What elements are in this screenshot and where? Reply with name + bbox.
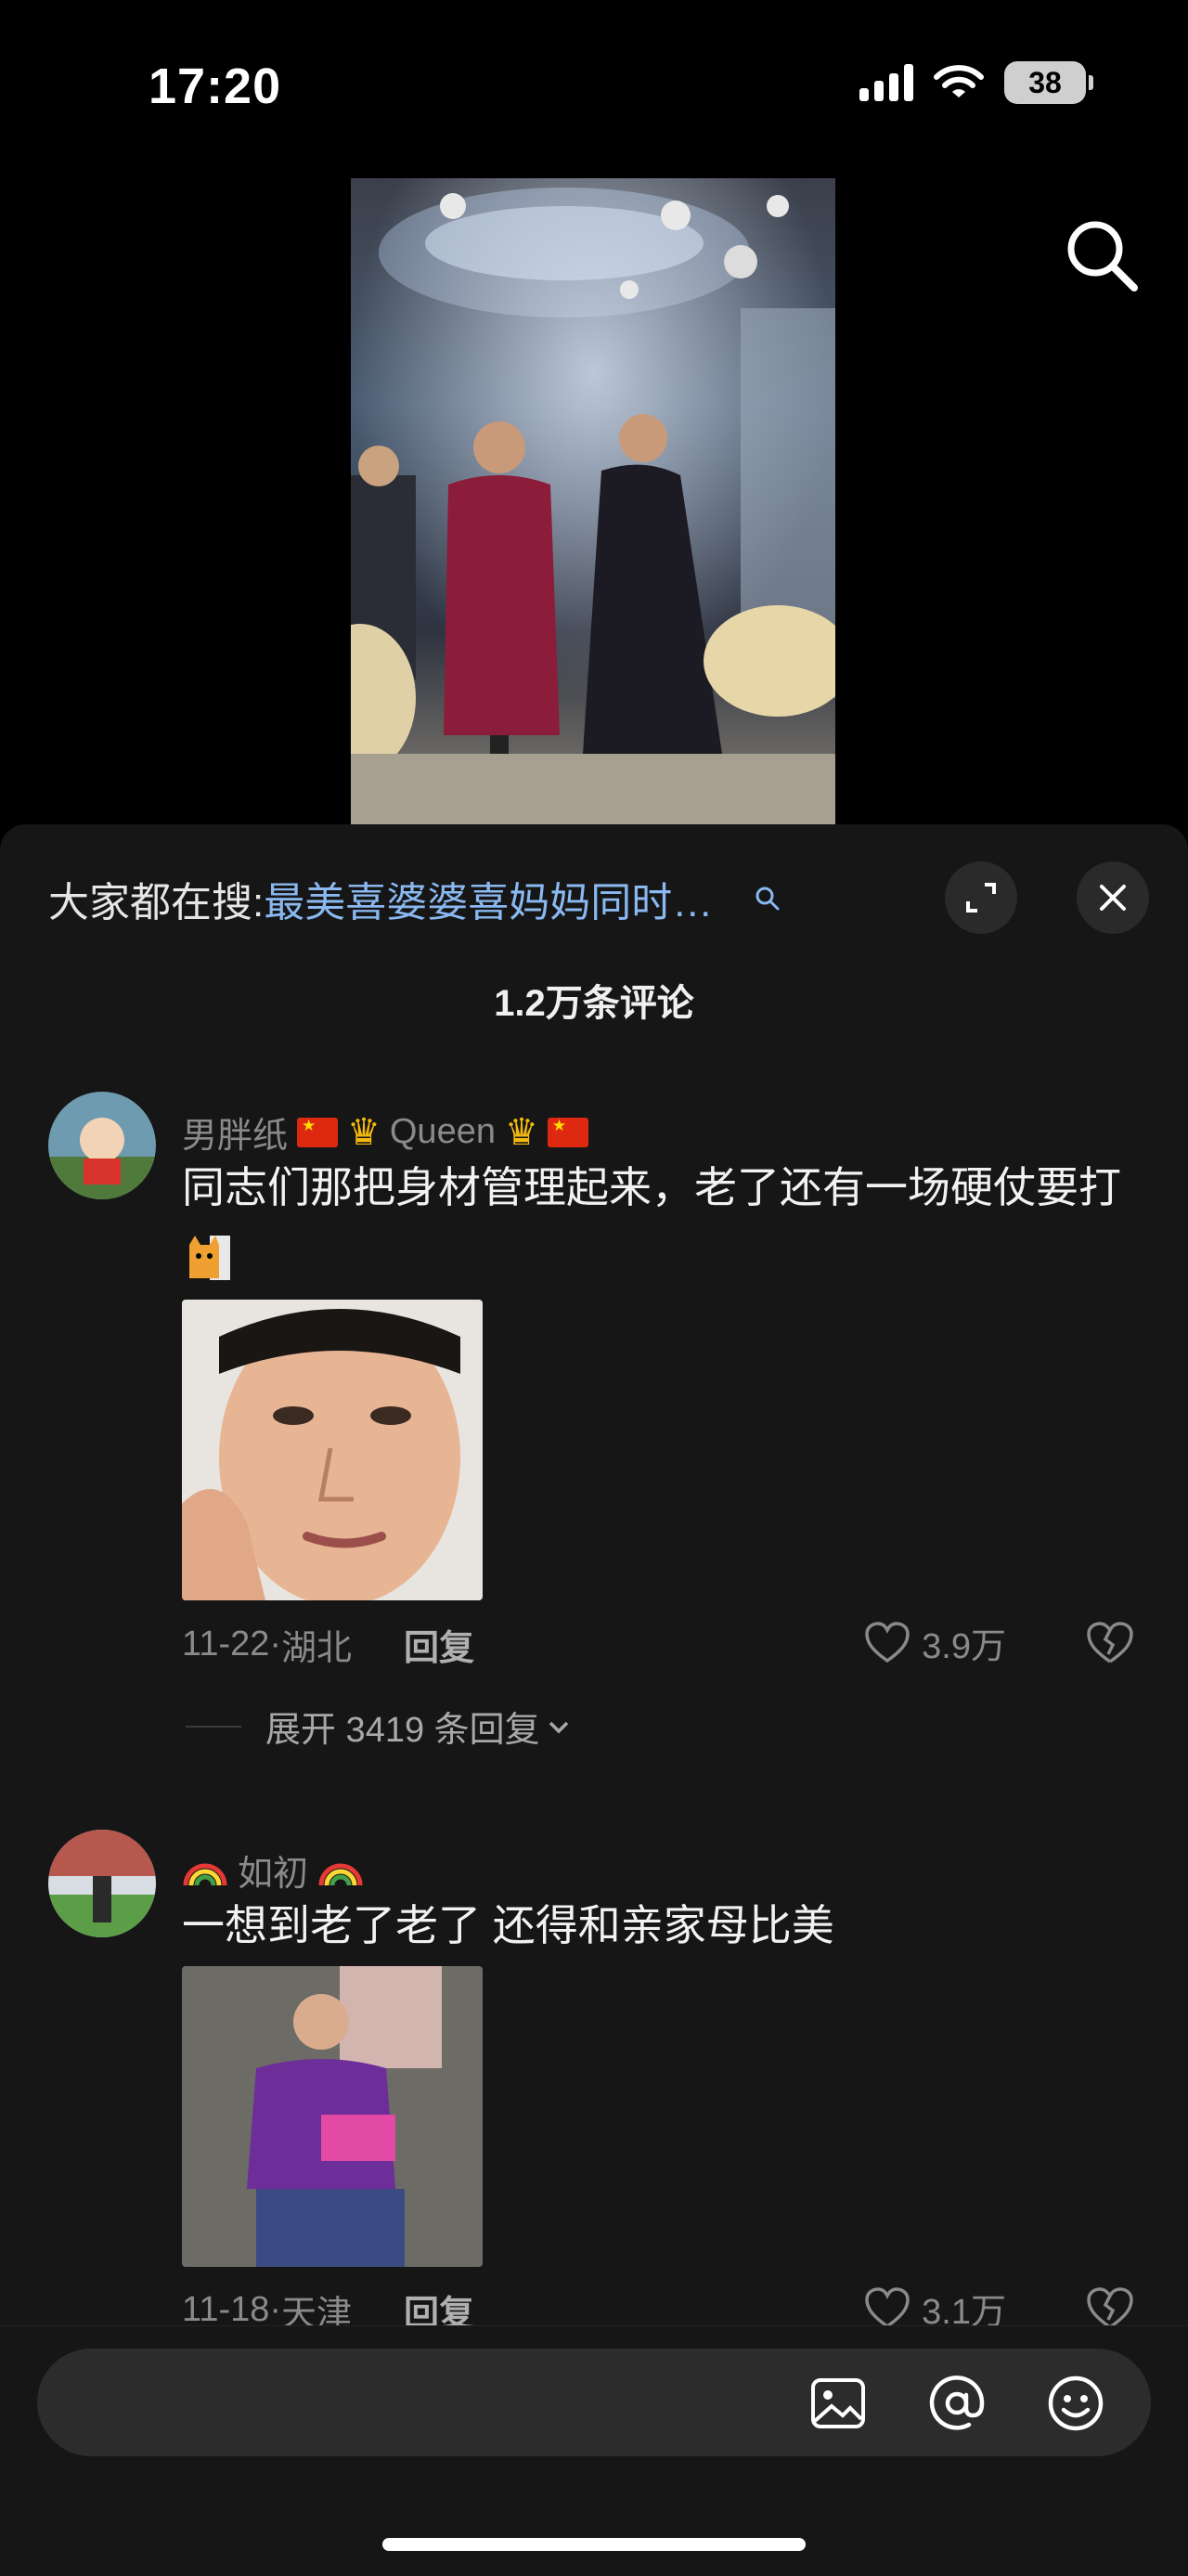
- comment-location: 湖北: [281, 1629, 353, 1668]
- china-flag-icon: [547, 1117, 588, 1147]
- at-icon[interactable]: [926, 2373, 988, 2434]
- hot-search-prefix: 大家都在搜:: [48, 880, 265, 926]
- broken-heart-icon[interactable]: [1086, 2286, 1134, 2331]
- comment-input[interactable]: [37, 2349, 1151, 2456]
- comments-sheet: 大家都在搜: 最美喜婆婆喜妈妈同时… 1.2万条评论 男胖纸 ★ ♛ Queen…: [0, 824, 1188, 2576]
- cellular-signal-icon: [859, 64, 913, 101]
- fullscreen-icon: [966, 883, 996, 913]
- search-icon[interactable]: [1060, 214, 1143, 297]
- video-frame[interactable]: [351, 178, 835, 826]
- username-text: 如初: [238, 1855, 309, 1894]
- hot-search-query[interactable]: 最美喜婆婆喜妈妈同时…: [264, 869, 713, 928]
- heart-icon: [865, 2286, 910, 2328]
- video-thumbnail: [351, 178, 835, 826]
- crown-icon: ♛: [504, 1111, 538, 1153]
- divider: [186, 1725, 241, 1728]
- comment-input-bar: [0, 2325, 1188, 2576]
- china-flag-icon: [297, 1117, 339, 1147]
- heart-icon: [865, 1621, 910, 1663]
- like-button[interactable]: 3.9万: [864, 1617, 1006, 1668]
- home-indicator[interactable]: [382, 2538, 806, 2551]
- comment-image[interactable]: [182, 1966, 483, 2267]
- comment-date: 11-22: [182, 1625, 270, 1663]
- reply-button[interactable]: 回复: [404, 1619, 474, 1670]
- close-icon: [1100, 885, 1126, 911]
- wifi-icon: [934, 65, 984, 97]
- chevron-down-icon: [549, 1721, 568, 1733]
- username-text: 男胖纸: [182, 1117, 289, 1156]
- comment-text-body: 同志们那把身材管理起来，老了还有一场硬仗要打: [182, 1163, 1121, 1211]
- meta-separator: ·: [269, 1625, 282, 1663]
- expand-replies-button[interactable]: 展开 3419 条回复: [186, 1701, 572, 1752]
- expand-replies-label: 展开 3419 条回复: [265, 1711, 540, 1750]
- meta-separator: ·: [269, 2290, 282, 2329]
- avatar[interactable]: [48, 1092, 156, 1199]
- username-suffix: Queen: [389, 1112, 496, 1151]
- battery-indicator: 38: [1004, 61, 1093, 104]
- rainbow-icon: [318, 1863, 363, 1885]
- comment-username[interactable]: 如初: [182, 1845, 364, 1896]
- hot-search-bar[interactable]: 大家都在搜: 最美喜婆婆喜妈妈同时…: [48, 869, 781, 928]
- crown-icon: ♛: [347, 1111, 381, 1153]
- status-bar: 17:20 38: [0, 0, 1188, 167]
- rainbow-icon: [183, 1863, 227, 1885]
- cat-sticker-icon: [189, 1236, 230, 1280]
- broken-heart-icon[interactable]: [1086, 1621, 1134, 1665]
- fullscreen-button[interactable]: [945, 861, 1017, 934]
- search-icon[interactable]: [754, 885, 781, 913]
- comment-text: 同志们那把身材管理起来，老了还有一场硬仗要打: [182, 1151, 1129, 1296]
- close-button[interactable]: [1077, 861, 1149, 934]
- avatar[interactable]: [48, 1830, 156, 1937]
- comment-date: 11-18: [182, 2290, 270, 2329]
- status-time: 17:20: [148, 58, 282, 114]
- like-count: 3.9万: [922, 1627, 1006, 1666]
- emoji-icon[interactable]: [1045, 2373, 1106, 2434]
- comment-meta: 11-22 · 湖北 回复: [182, 1619, 474, 1670]
- status-icons: 38: [859, 61, 1093, 104]
- comments-count: 1.2万条评论: [494, 983, 694, 1024]
- comment-image[interactable]: [182, 1300, 483, 1600]
- image-icon[interactable]: [807, 2373, 869, 2434]
- comment-text: 一想到老了老了 还得和亲家母比美: [182, 1901, 834, 1949]
- video-player[interactable]: [0, 167, 1188, 826]
- comment-username[interactable]: 男胖纸 ♛ Queen ♛: [182, 1107, 588, 1158]
